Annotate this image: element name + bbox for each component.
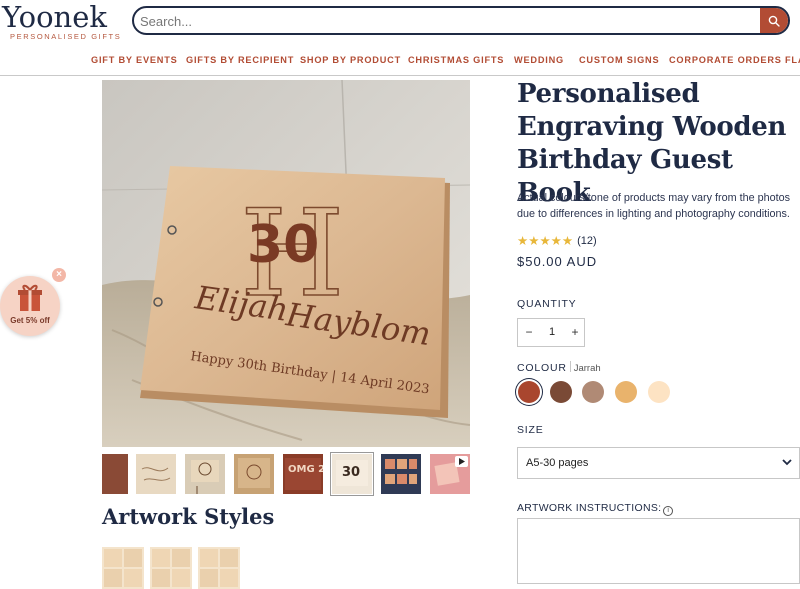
colour-swatch[interactable] (648, 381, 670, 403)
colour-label-text: COLOUR (517, 362, 567, 374)
product-rating[interactable]: ★ ★ ★ ★ ★ (12) (517, 234, 597, 248)
quantity-label: QUANTITY (517, 298, 577, 310)
star-icon: ★ (550, 234, 562, 248)
artwork-styles-heading: Artwork Styles (102, 504, 275, 529)
review-count[interactable]: (12) (577, 235, 597, 247)
brand-logo[interactable]: Yoonek PERSONALISED GIFTS (2, 2, 126, 42)
star-icon: ★ (561, 234, 574, 248)
header-divider (0, 75, 800, 76)
nav-item-wedding[interactable]: WEDDING (514, 55, 564, 65)
colour-swatch-jarrah[interactable] (518, 381, 540, 403)
size-select[interactable]: A5-30 pages (517, 447, 800, 479)
brand-tagline: PERSONALISED GIFTS (10, 32, 122, 41)
colour-label: COLOUR Jarrah (517, 361, 601, 374)
artwork-instructions-text: ARTWORK INSTRUCTIONS: (517, 502, 662, 514)
thumbnail[interactable] (234, 454, 274, 494)
colour-swatch[interactable] (582, 381, 604, 403)
product-main-image[interactable]: H 30 Elijah Hayblom Happy 30th Birthday … (102, 80, 470, 447)
engraved-number: 30 (247, 215, 319, 275)
main-nav: GIFT BY EVENTS GIFTS BY RECIPIENT SHOP B… (0, 49, 800, 71)
size-label: SIZE (517, 424, 544, 436)
quantity-input[interactable]: 1 (542, 326, 562, 338)
product-disclaimer: Actual colours/tone of products may vary… (517, 192, 791, 220)
thumbnail-text: 30 (342, 465, 360, 480)
promo-close-button[interactable]: × (52, 268, 66, 282)
nav-item-corporate-orders[interactable]: CORPORATE ORDERS (669, 55, 782, 65)
nav-item-shop-by-product[interactable]: SHOP BY PRODUCT (300, 55, 401, 65)
thumbnail-strip: OMG 25 30 (102, 452, 470, 496)
artwork-style-thumb[interactable] (198, 547, 240, 589)
search-button[interactable] (760, 8, 788, 33)
nav-item-christmas-gifts[interactable]: CHRISTMAS GIFTS (408, 55, 504, 65)
artwork-instructions-label: ARTWORK INSTRUCTIONS: i (517, 502, 674, 516)
artwork-style-thumb[interactable] (150, 547, 192, 589)
nav-item-gift-by-events[interactable]: GIFT BY EVENTS (91, 55, 178, 65)
quantity-increase-button[interactable]: + (567, 325, 583, 339)
search-bar (132, 6, 790, 35)
thumbnail[interactable]: OMG 25 (283, 454, 323, 494)
thumbnail-video[interactable] (430, 454, 470, 494)
thumbnail-text: OMG 25 (288, 464, 323, 475)
colour-selected-name: Jarrah (573, 363, 601, 374)
brand-wordmark-text: Yoonek (2, 0, 107, 34)
colour-label-divider (569, 361, 571, 372)
nav-item-fla[interactable]: FLA (785, 55, 800, 65)
colour-swatch[interactable] (615, 381, 637, 403)
colour-swatch[interactable] (550, 381, 572, 403)
thumbnail-active[interactable]: 30 (330, 452, 374, 496)
chevron-down-icon (782, 459, 792, 466)
brand-wordmark: Yoonek (2, 2, 107, 32)
promo-label: Get 5% off (10, 316, 50, 325)
search-icon (768, 15, 780, 27)
gift-icon (18, 284, 42, 311)
star-icon: ★ (539, 234, 551, 248)
quantity-decrease-button[interactable]: − (521, 325, 537, 339)
artwork-instructions-textarea[interactable] (517, 518, 800, 584)
quantity-stepper: − 1 + (517, 318, 585, 347)
discount-promo-button[interactable]: Get 5% off (0, 276, 60, 336)
play-icon (455, 456, 468, 467)
thumbnail[interactable] (136, 454, 176, 494)
product-photo: H 30 Elijah Hayblom Happy 30th Birthday … (102, 80, 470, 447)
thumbnail[interactable] (185, 454, 225, 494)
size-selected-value: A5-30 pages (526, 457, 589, 469)
artwork-style-thumb[interactable] (102, 547, 144, 589)
star-icon: ★ (528, 234, 540, 248)
star-icon: ★ (517, 234, 529, 248)
product-price: $50.00 AUD (517, 254, 598, 269)
nav-item-gifts-by-recipient[interactable]: GIFTS BY RECIPIENT (186, 55, 294, 65)
info-icon[interactable]: i (663, 506, 674, 516)
thumbnail[interactable] (381, 454, 421, 494)
search-input[interactable] (140, 11, 750, 31)
thumbnail[interactable] (102, 454, 128, 494)
nav-item-custom-signs[interactable]: CUSTOM SIGNS (579, 55, 659, 65)
